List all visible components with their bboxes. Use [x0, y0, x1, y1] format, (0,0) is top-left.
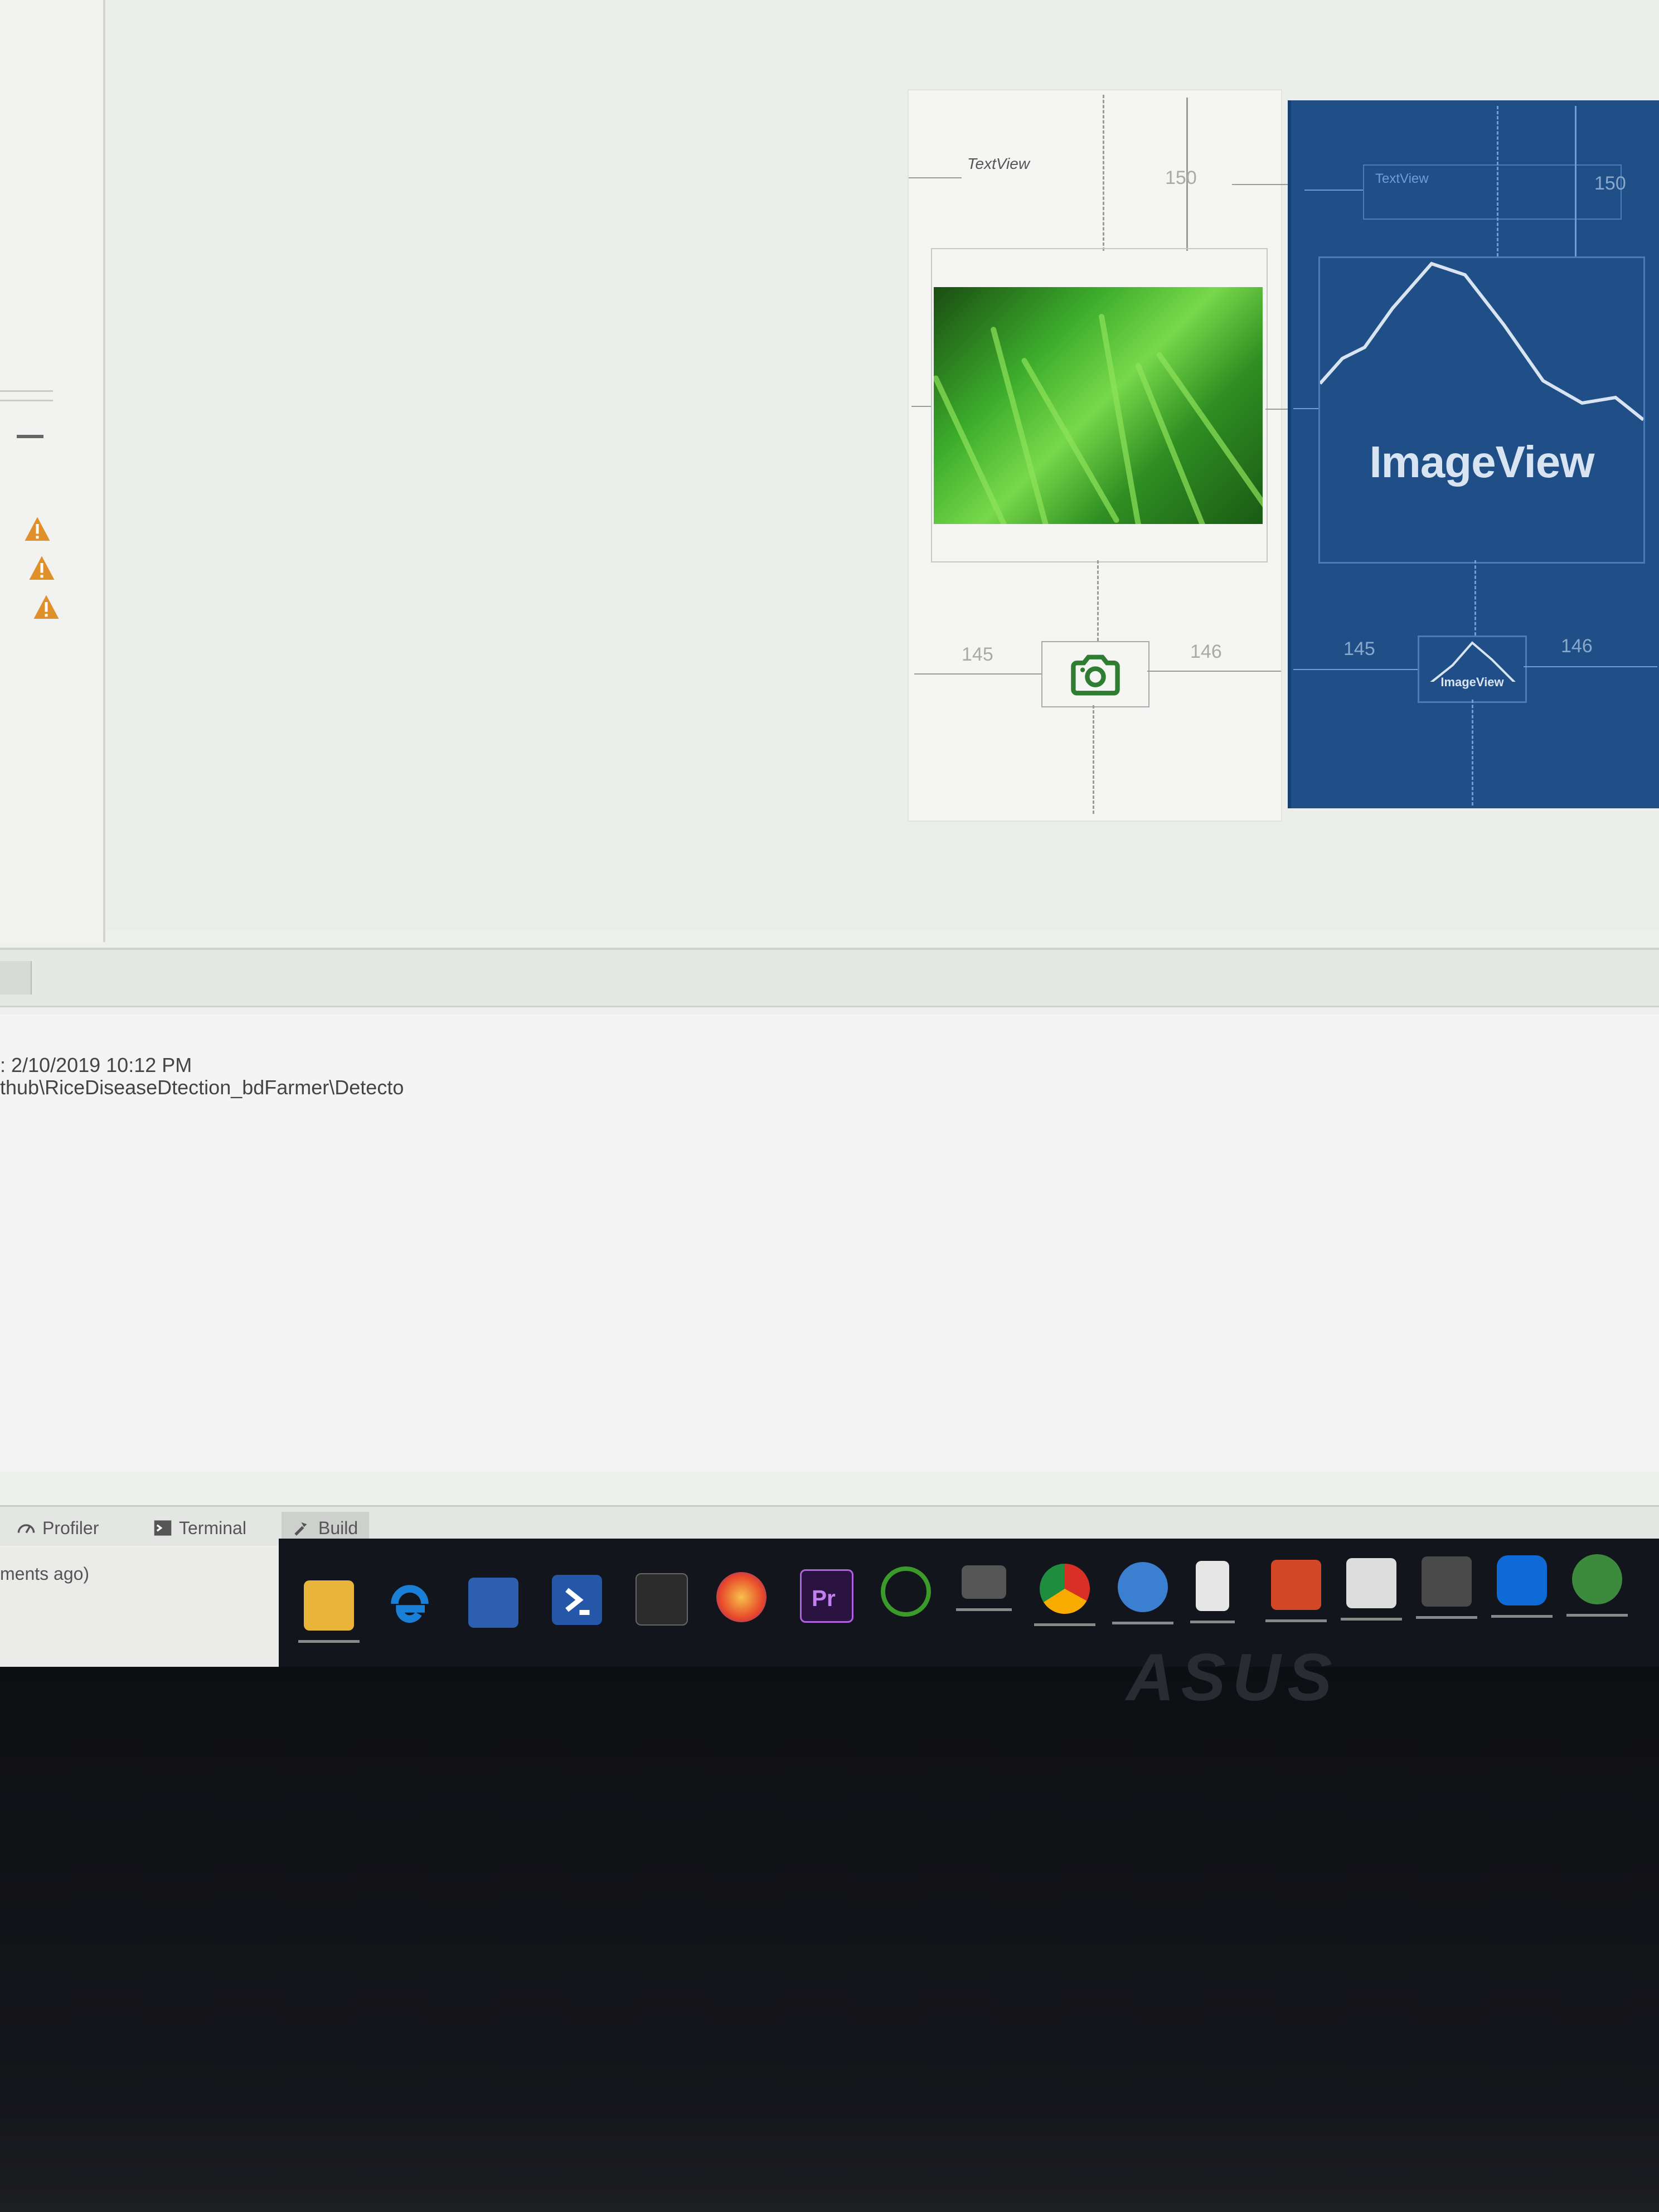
bp-textview[interactable]: TextView [1363, 164, 1622, 220]
textview-label[interactable]: TextView [967, 155, 1030, 173]
landscape-icon [1320, 261, 1643, 421]
tab-profiler-label: Profiler [42, 1517, 99, 1538]
camera-icon [1071, 654, 1120, 695]
chat-icon[interactable] [468, 1578, 518, 1628]
warning-icon[interactable] [32, 594, 60, 622]
chrome-icon[interactable] [1034, 1564, 1095, 1626]
brand-logo: ASUS [1126, 1640, 1339, 1715]
warning-icon[interactable] [23, 516, 51, 544]
status-bar: ments ago) [0, 1547, 290, 1667]
constraint-line [911, 406, 931, 407]
terminal-icon [154, 1520, 172, 1536]
build-log: : 2/10/2019 10:12 PM thub\RiceDiseaseDte… [0, 1015, 1659, 1472]
edge-icon[interactable] [385, 1579, 435, 1629]
constraint-spring [1093, 705, 1094, 814]
bottom-panel-header [0, 948, 1659, 1007]
constraint-line [1304, 190, 1363, 191]
grass-image [934, 287, 1263, 524]
constraint-line [1293, 669, 1418, 670]
constraint-line [1147, 671, 1281, 672]
tab-profiler[interactable]: Profiler [17, 1512, 99, 1544]
bp-textview-label: TextView [1375, 171, 1429, 186]
bp-imageview[interactable]: ImageView [1318, 256, 1645, 564]
powerpoint-icon[interactable] [1265, 1560, 1327, 1622]
premiere-icon[interactable]: Pr [800, 1569, 853, 1623]
firefox-icon[interactable] [716, 1572, 767, 1622]
hammer-icon [294, 1522, 307, 1536]
constraint-line [1265, 409, 1288, 410]
windows-taskbar: Pr [279, 1539, 1659, 1667]
constraint-line [909, 177, 962, 178]
monitor-screen: TextView 150 145 146 TextView 150 ImageV… [0, 0, 1659, 1667]
constraint-line [914, 673, 1041, 675]
teamviewer-icon[interactable] [1491, 1555, 1553, 1618]
tab-build-label: Build [318, 1517, 358, 1538]
powershell-icon[interactable] [552, 1575, 602, 1625]
margin-label: 145 [962, 644, 993, 665]
tab-terminal[interactable]: Terminal [153, 1512, 246, 1544]
log-line: thub\RiceDiseaseDtection_bdFarmer\Detect… [0, 1076, 404, 1099]
constraint-spring [1472, 700, 1473, 806]
bp-small-label: ImageView [1440, 675, 1504, 689]
spinner-app-icon[interactable] [881, 1566, 931, 1617]
warning-icon[interactable] [28, 555, 56, 583]
gauge-icon [17, 1524, 35, 1534]
margin-label: 150 [1165, 167, 1197, 188]
left-tool-panel [0, 0, 105, 942]
camera-button[interactable] [1041, 641, 1149, 707]
file-icon[interactable] [1190, 1561, 1235, 1623]
folder-icon[interactable] [298, 1580, 360, 1643]
constraint-spring [1103, 95, 1104, 251]
constraint-line [1293, 408, 1318, 409]
constraint-line [1232, 184, 1291, 185]
panel-tab[interactable] [0, 961, 32, 995]
svg-text:Pr: Pr [812, 1585, 836, 1611]
monitor-bezel [0, 1667, 1659, 2212]
margin-label: 146 [1561, 636, 1593, 657]
margin-label: 146 [1190, 641, 1222, 662]
window-icon[interactable] [956, 1565, 1012, 1611]
constraint-line [1575, 106, 1576, 256]
tab-terminal-label: Terminal [179, 1517, 246, 1538]
cmd-icon[interactable] [636, 1573, 688, 1626]
collapse-icon[interactable] [17, 435, 43, 438]
bp-camera-imageview[interactable]: ImageView [1418, 636, 1527, 703]
photos-icon[interactable] [1341, 1558, 1402, 1621]
bp-imageview-label: ImageView [1369, 437, 1594, 487]
margin-label: 145 [1343, 638, 1375, 659]
constraint-spring [1097, 560, 1099, 641]
constraint-spring [1497, 106, 1498, 256]
margin-label: 150 [1594, 173, 1626, 194]
android-studio-icon[interactable] [1566, 1554, 1628, 1617]
sublime-icon[interactable] [1416, 1556, 1477, 1619]
constraint-line [1524, 666, 1657, 667]
constraint-spring [1474, 560, 1476, 636]
db-icon[interactable] [1112, 1562, 1173, 1624]
log-line: : 2/10/2019 10:12 PM [0, 1054, 192, 1076]
panel-divider [0, 390, 53, 401]
status-text: ments ago) [0, 1564, 90, 1584]
